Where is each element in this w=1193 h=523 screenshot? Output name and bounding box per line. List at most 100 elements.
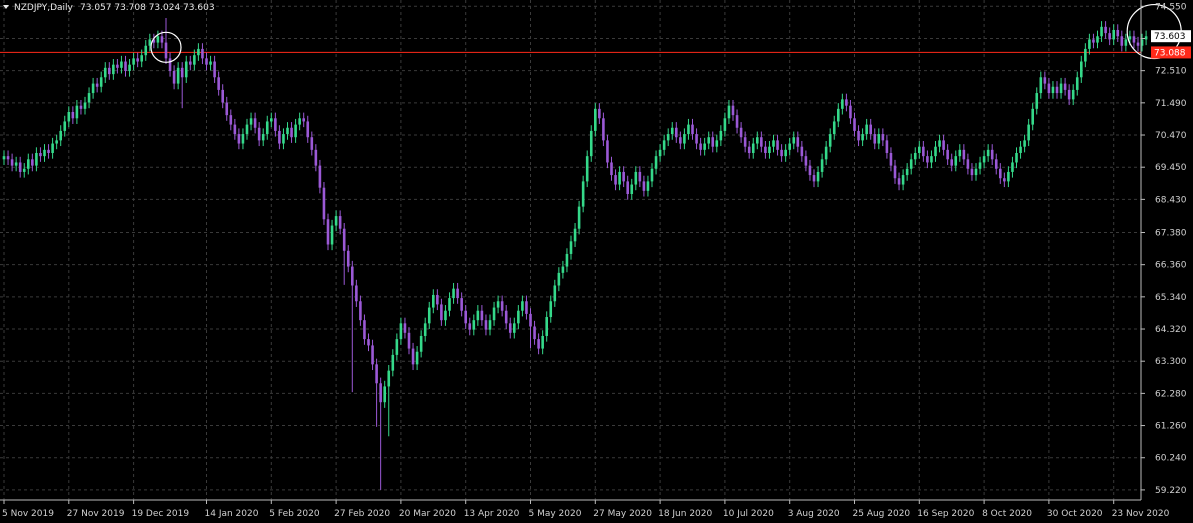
candle-body (103, 67, 107, 78)
candle-body (379, 383, 382, 403)
candle-body (318, 165, 322, 188)
candle-body (18, 162, 22, 172)
candle-body (577, 206, 581, 229)
candle-body (776, 140, 779, 150)
candle-body (594, 108, 597, 131)
candle-body (51, 143, 54, 153)
candle-body (828, 134, 832, 147)
candle-body (180, 67, 184, 78)
candle-body (711, 137, 715, 147)
candle-body (322, 187, 326, 220)
candle-body (1035, 93, 1039, 109)
price-tick-label: 70.470 (1155, 131, 1187, 141)
candle-body (83, 102, 87, 109)
candle-body (525, 301, 528, 314)
price-tick-label: 61.260 (1155, 422, 1187, 432)
candle-body (517, 310, 520, 324)
candle-body (885, 140, 889, 153)
candle-body (581, 181, 585, 207)
candle-body (1055, 86, 1059, 94)
candle-body (808, 165, 812, 176)
candle-body (1092, 39, 1095, 43)
candle-body (978, 162, 982, 169)
candle-body (496, 301, 500, 308)
candle-body (853, 118, 856, 131)
candle-body (841, 99, 844, 109)
candle-body (1047, 83, 1051, 94)
time-tick-label: 5 Nov 2019 (2, 509, 54, 519)
candle-body (642, 181, 646, 191)
candle-body (541, 335, 544, 349)
candle-body (561, 266, 565, 273)
candle-body (423, 323, 427, 336)
candle-body (954, 156, 958, 166)
candle-body (440, 304, 443, 321)
ohlc-label: 73.057 73.708 73.024 73.603 (80, 3, 215, 13)
candle-body (168, 58, 172, 71)
candle-body (249, 118, 253, 125)
price-tick-label: 62.280 (1155, 389, 1187, 399)
price-tick-label: 67.380 (1155, 228, 1187, 238)
time-tick-label: 8 Oct 2020 (982, 509, 1032, 519)
candle-body (913, 152, 917, 160)
candle-body (1019, 146, 1022, 153)
candle-body (261, 134, 265, 141)
candle-body (901, 175, 905, 185)
candle-body (79, 105, 83, 109)
candle-body (747, 146, 751, 153)
price-tick-label: 71.490 (1155, 99, 1187, 109)
candle-body (735, 115, 739, 128)
candle-body (67, 111, 71, 122)
candle-body (1063, 83, 1067, 90)
candle-body (614, 175, 617, 185)
candle-body (1108, 33, 1111, 40)
candle-body (346, 250, 350, 267)
candle-body (395, 339, 399, 355)
candle-body (1120, 36, 1124, 46)
candle-body (739, 127, 743, 138)
time-tick-label: 13 Apr 2020 (464, 509, 520, 519)
candle-body (1011, 162, 1014, 172)
candle-body (338, 216, 342, 229)
candle-body (1112, 29, 1115, 40)
candle-body (610, 162, 613, 176)
candle-body (857, 130, 860, 141)
candle-body (731, 105, 735, 116)
candle-body (1136, 42, 1140, 46)
candle-body (427, 307, 431, 324)
candle-body (371, 345, 374, 365)
candle-body (650, 168, 654, 182)
candle-body (1027, 124, 1030, 141)
candle-body (298, 118, 301, 125)
candle-body (1051, 86, 1055, 94)
candle-body (1043, 77, 1047, 84)
time-tick-label: 27 Nov 2019 (67, 509, 125, 519)
candle-body (432, 294, 435, 308)
candle-body (452, 288, 455, 299)
candle-body (55, 140, 58, 144)
candle-body (626, 181, 629, 195)
candle-body (217, 77, 220, 90)
candle-body (209, 61, 212, 65)
candle-body (363, 320, 366, 340)
price-tick-label: 59.220 (1155, 486, 1187, 496)
candle-body (108, 67, 111, 75)
candle-body (994, 159, 998, 169)
candle-body (1003, 178, 1006, 182)
candle-body (448, 298, 451, 311)
candle-body (962, 149, 966, 160)
candle-body (889, 152, 893, 166)
candle-body (91, 83, 95, 94)
price-chart[interactable]: 74.55073.53072.51071.49070.47069.45068.4… (0, 0, 1193, 523)
candle-body (792, 137, 796, 144)
chart-header: NZDJPY,Daily 73.057 73.708 73.024 73.603 (3, 3, 215, 13)
resistance-price-label: 73.088 (1154, 48, 1186, 58)
price-tick-label: 68.430 (1155, 195, 1187, 205)
candle-body (274, 118, 277, 131)
candle-body (897, 178, 901, 185)
candle-body (253, 118, 257, 128)
candle-body (10, 159, 14, 166)
candle-body (286, 127, 289, 135)
time-tick-label: 19 Dec 2019 (132, 509, 190, 519)
candle-body (375, 364, 378, 384)
